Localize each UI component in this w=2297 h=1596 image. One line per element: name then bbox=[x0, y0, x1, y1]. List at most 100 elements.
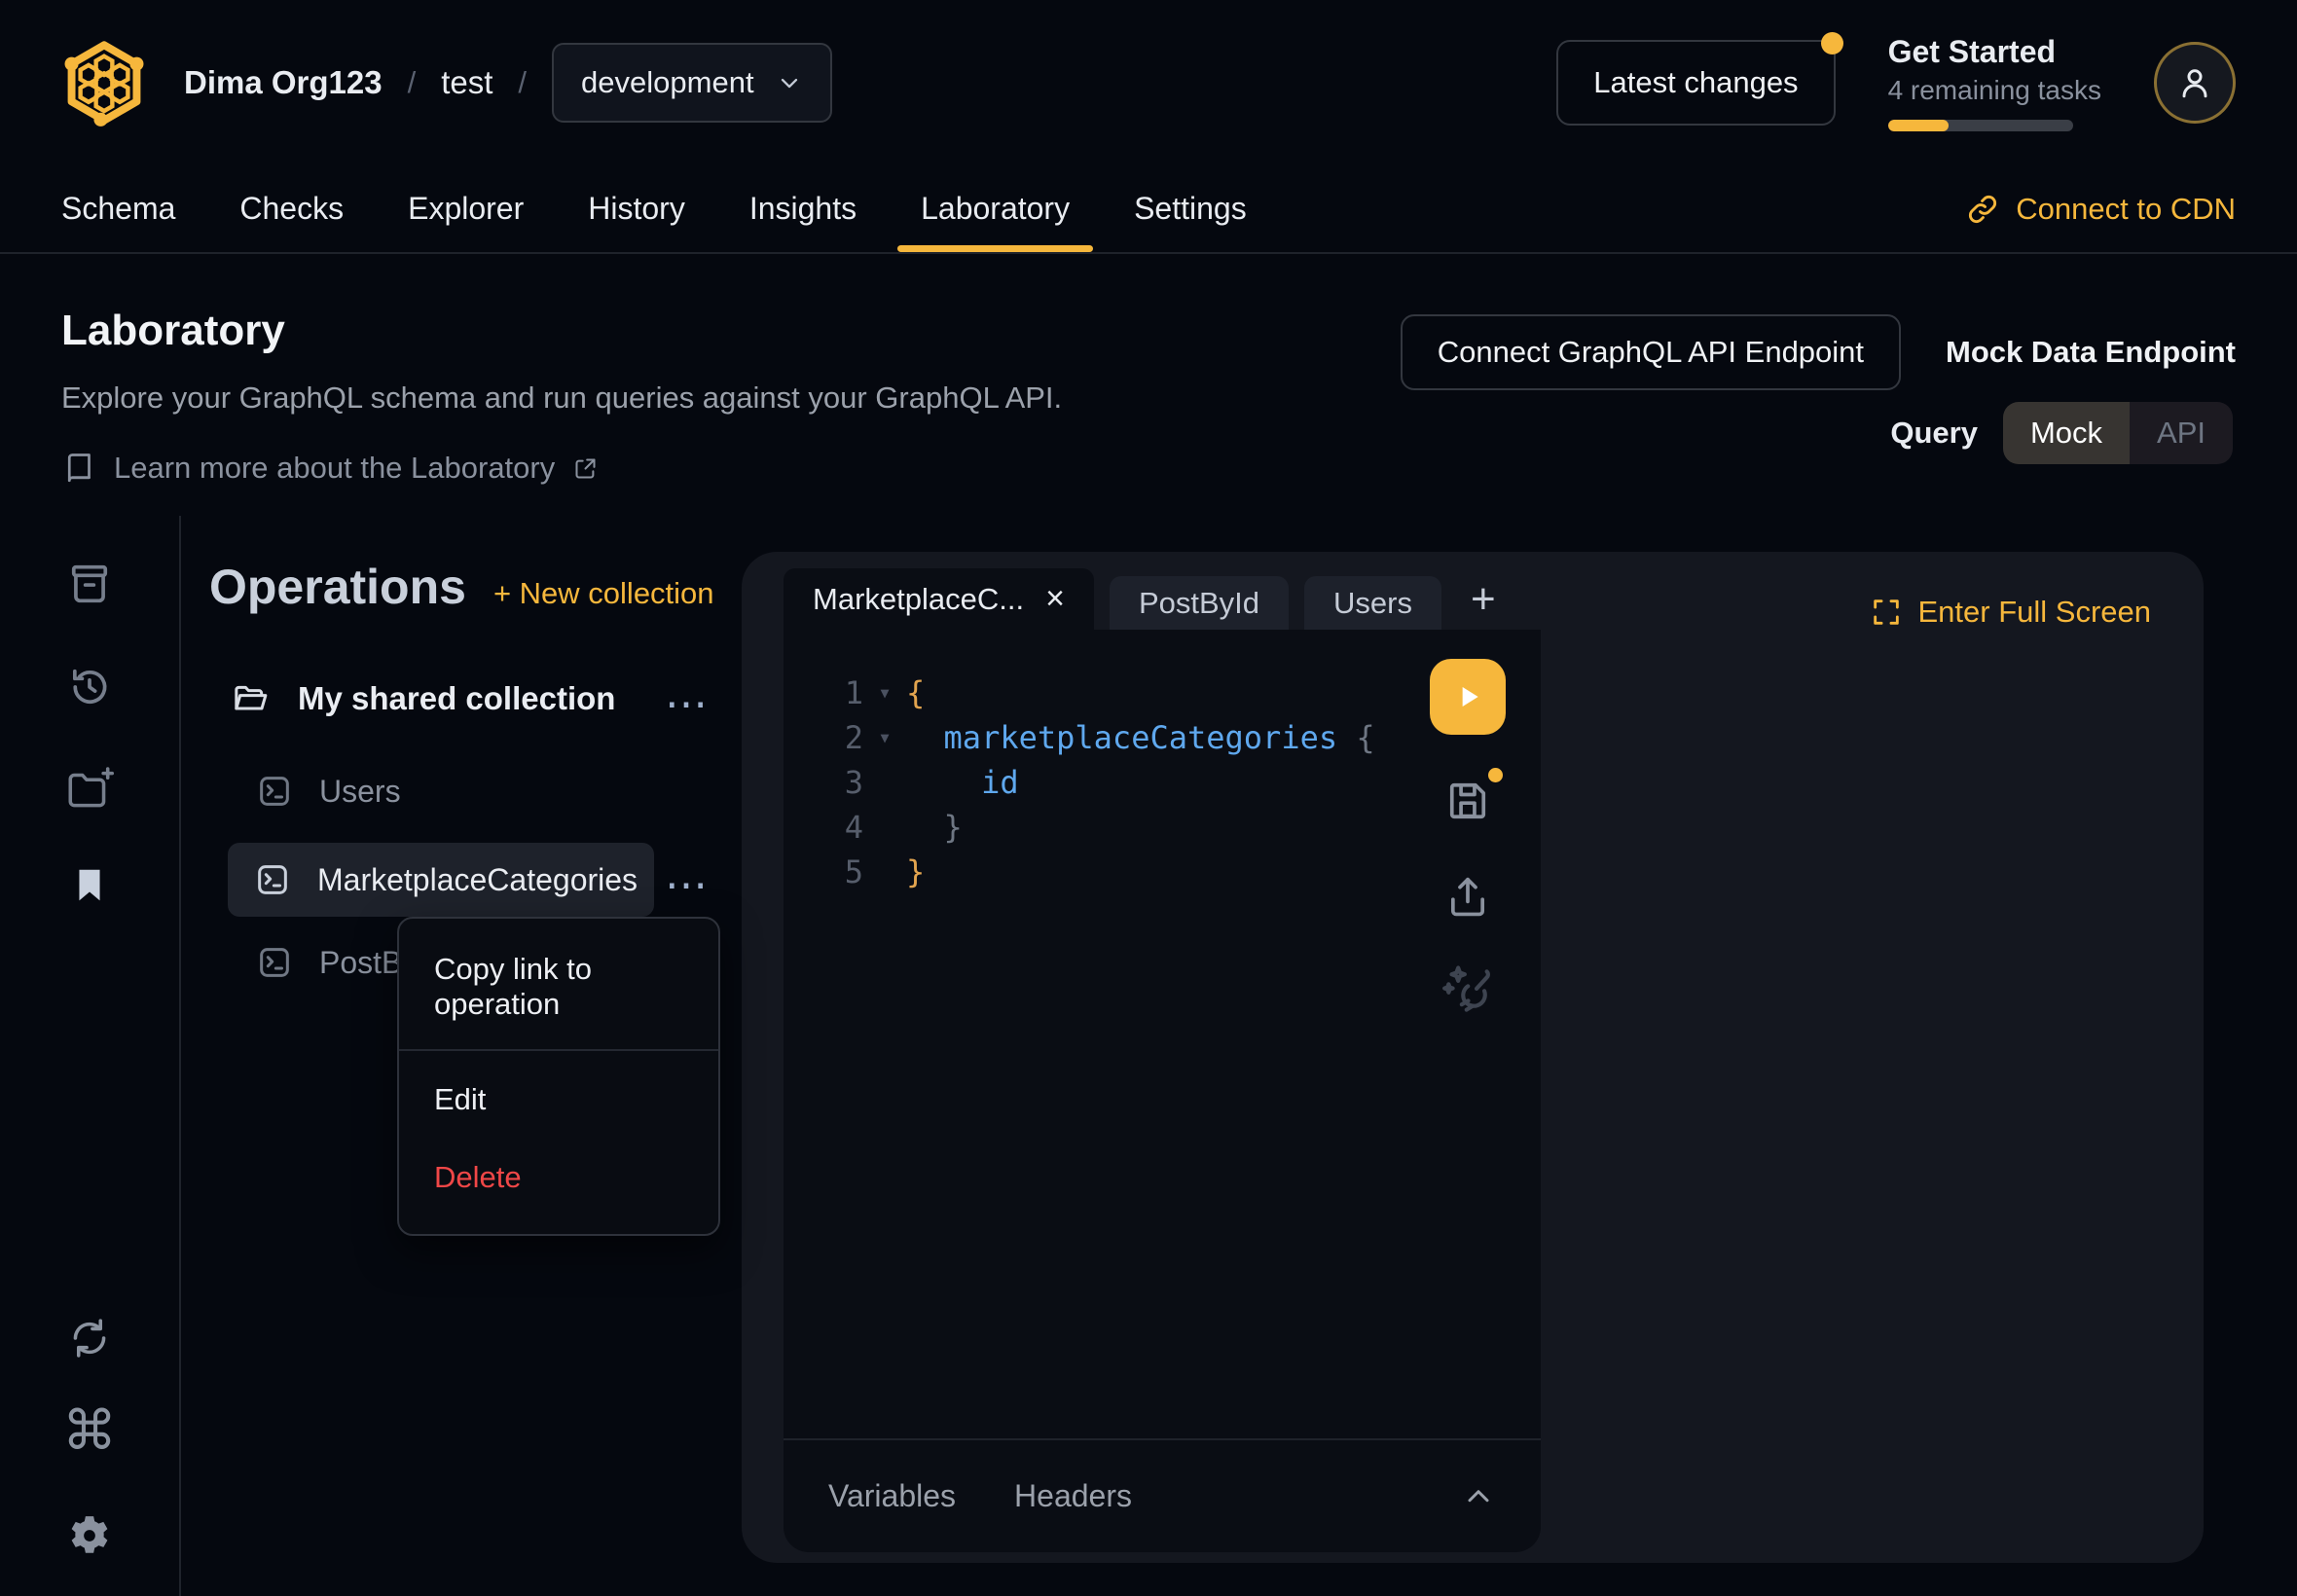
editor-tab-label: PostById bbox=[1139, 586, 1259, 621]
query-mode-api[interactable]: API bbox=[2130, 402, 2233, 464]
app-root: Dima Org123 / test / development Latest … bbox=[0, 0, 2297, 1596]
query-editor[interactable]: 1▾{2▾ marketplaceCategories {3 id4 }5} bbox=[784, 630, 1541, 1438]
code-token bbox=[906, 764, 981, 801]
add-tab-button[interactable]: + bbox=[1471, 578, 1496, 621]
editor-tab-label: Users bbox=[1333, 586, 1412, 621]
nav-tab-schema[interactable]: Schema bbox=[61, 165, 175, 252]
code-text: marketplaceCategories { bbox=[906, 715, 1375, 760]
operation-item-label: Users bbox=[319, 774, 401, 810]
line-number: 2 bbox=[813, 715, 863, 760]
query-mode-mock[interactable]: Mock bbox=[2003, 402, 2130, 464]
fullscreen-button[interactable]: Enter Full Screen bbox=[1870, 595, 2152, 630]
query-label: Query bbox=[1890, 416, 1978, 451]
operation-icon bbox=[255, 943, 294, 982]
new-collection-icon[interactable] bbox=[63, 763, 116, 814]
operation-icon bbox=[253, 860, 292, 899]
context-menu-item-copy-link-to-operation[interactable]: Copy link to operation bbox=[399, 923, 718, 1051]
latest-changes-button[interactable]: Latest changes bbox=[1556, 40, 1835, 126]
progress-fill bbox=[1888, 120, 1950, 131]
operation-icon bbox=[255, 772, 294, 811]
play-icon bbox=[1452, 681, 1483, 712]
editor-tab-postbyid[interactable]: PostById bbox=[1110, 576, 1289, 630]
nav-tab-history[interactable]: History bbox=[588, 165, 685, 252]
tab-variables[interactable]: Variables bbox=[828, 1478, 956, 1514]
nav-tab-insights[interactable]: Insights bbox=[749, 165, 857, 252]
breadcrumb-org[interactable]: Dima Org123 bbox=[184, 64, 383, 101]
save-operation-button[interactable] bbox=[1442, 776, 1493, 826]
header-actions: Latest changes Get Started 4 remaining t… bbox=[1556, 34, 2236, 131]
operation-item-users[interactable]: Users bbox=[255, 761, 401, 821]
code-text: { bbox=[906, 671, 925, 715]
operation-item-marketplacecategories[interactable]: MarketplaceCategories bbox=[228, 843, 654, 917]
honeycomb-logo-icon[interactable] bbox=[61, 38, 147, 127]
editor-tab-marketplacec[interactable]: MarketplaceC... × bbox=[784, 568, 1094, 630]
user-avatar[interactable] bbox=[2154, 42, 2236, 124]
code-text: } bbox=[906, 805, 963, 850]
nav-tab-laboratory[interactable]: Laboratory bbox=[921, 165, 1070, 252]
fold-caret-icon bbox=[863, 805, 906, 850]
line-number: 1 bbox=[813, 671, 863, 715]
collapse-panel-button[interactable] bbox=[1461, 1479, 1496, 1514]
code-token: id bbox=[981, 764, 1019, 801]
share-icon bbox=[1442, 871, 1493, 922]
unsaved-dot bbox=[1488, 768, 1503, 782]
settings-icon[interactable] bbox=[64, 1510, 115, 1561]
code-token bbox=[906, 809, 944, 846]
code-token bbox=[1337, 719, 1356, 756]
refresh-icon[interactable] bbox=[65, 1314, 114, 1362]
tab-headers[interactable]: Headers bbox=[1014, 1478, 1132, 1514]
collection-row[interactable]: My shared collection bbox=[230, 679, 615, 718]
editor-tab-users[interactable]: Users bbox=[1304, 576, 1441, 630]
run-query-button[interactable] bbox=[1430, 659, 1506, 735]
variables-headers-bar: Variables Headers bbox=[784, 1440, 1541, 1552]
connect-endpoint-button[interactable]: Connect GraphQL API Endpoint bbox=[1401, 314, 1901, 390]
code-token: { bbox=[906, 674, 925, 711]
endpoint-actions: Connect GraphQL API Endpoint Mock Data E… bbox=[1401, 314, 2236, 390]
context-menu-item-delete[interactable]: Delete bbox=[399, 1139, 718, 1222]
editor-tabs: MarketplaceC... × PostById Users bbox=[784, 568, 1457, 630]
get-started-title: Get Started bbox=[1888, 34, 2101, 70]
save-icon bbox=[1442, 776, 1493, 826]
get-started-widget[interactable]: Get Started 4 remaining tasks bbox=[1888, 34, 2101, 131]
nav-tabs: Schema Checks Explorer History Insights Labor… bbox=[61, 165, 1247, 252]
fold-caret-icon[interactable]: ▾ bbox=[863, 671, 906, 715]
fullscreen-icon bbox=[1870, 596, 1903, 629]
nav-tab-checks[interactable]: Checks bbox=[239, 165, 344, 252]
editor-tab-label: MarketplaceC... bbox=[813, 582, 1024, 617]
page-header-left: Laboratory Explore your GraphQL schema a… bbox=[61, 307, 1062, 488]
notification-dot bbox=[1821, 32, 1843, 54]
code-token: { bbox=[1356, 719, 1374, 756]
page-title: Laboratory bbox=[61, 307, 1062, 355]
new-collection-link[interactable]: + New collection bbox=[493, 576, 714, 611]
breadcrumb-separator: / bbox=[518, 65, 527, 100]
link-icon bbox=[1965, 192, 2000, 227]
variant-select[interactable]: development bbox=[552, 43, 832, 123]
book-icon bbox=[61, 449, 96, 488]
history-icon[interactable] bbox=[64, 662, 115, 712]
learn-more-link[interactable]: Learn more about the Laboratory bbox=[61, 449, 1062, 488]
prettify-button[interactable] bbox=[1438, 961, 1498, 1021]
nav-tab-settings[interactable]: Settings bbox=[1134, 165, 1247, 252]
icon-rail: ⌘ bbox=[0, 516, 181, 1596]
query-mode-toggle: MockAPI bbox=[2003, 402, 2233, 464]
saved-operations-icon[interactable] bbox=[67, 862, 112, 909]
graph-nav: Schema Checks Explorer History Insights Labor… bbox=[0, 165, 2297, 254]
code-text: } bbox=[906, 850, 925, 894]
collection-more-options-icon[interactable]: ⋯ bbox=[665, 683, 711, 726]
share-operation-button[interactable] bbox=[1442, 871, 1493, 922]
external-link-icon bbox=[572, 455, 599, 482]
fold-caret-icon[interactable]: ▾ bbox=[863, 715, 906, 760]
context-menu-item-edit[interactable]: Edit bbox=[399, 1061, 718, 1139]
operation-more-options-icon[interactable]: ⋯ bbox=[665, 864, 711, 907]
fold-caret-icon bbox=[863, 760, 906, 805]
breadcrumb-graph[interactable]: test bbox=[441, 64, 492, 101]
breadcrumb: Dima Org123 / test / development bbox=[61, 38, 832, 127]
operations-heading: Operations bbox=[209, 559, 466, 615]
close-tab-icon[interactable]: × bbox=[1045, 580, 1065, 618]
nav-tab-explorer[interactable]: Explorer bbox=[408, 165, 524, 252]
mock-endpoint-link[interactable]: Mock Data Endpoint bbox=[1946, 335, 2236, 370]
breadcrumb-separator: / bbox=[408, 65, 417, 100]
schema-archive-icon[interactable] bbox=[64, 559, 115, 609]
connect-cdn-link[interactable]: Connect to CDN bbox=[1965, 165, 2236, 252]
keyboard-shortcuts-icon[interactable]: ⌘ bbox=[62, 1403, 117, 1458]
